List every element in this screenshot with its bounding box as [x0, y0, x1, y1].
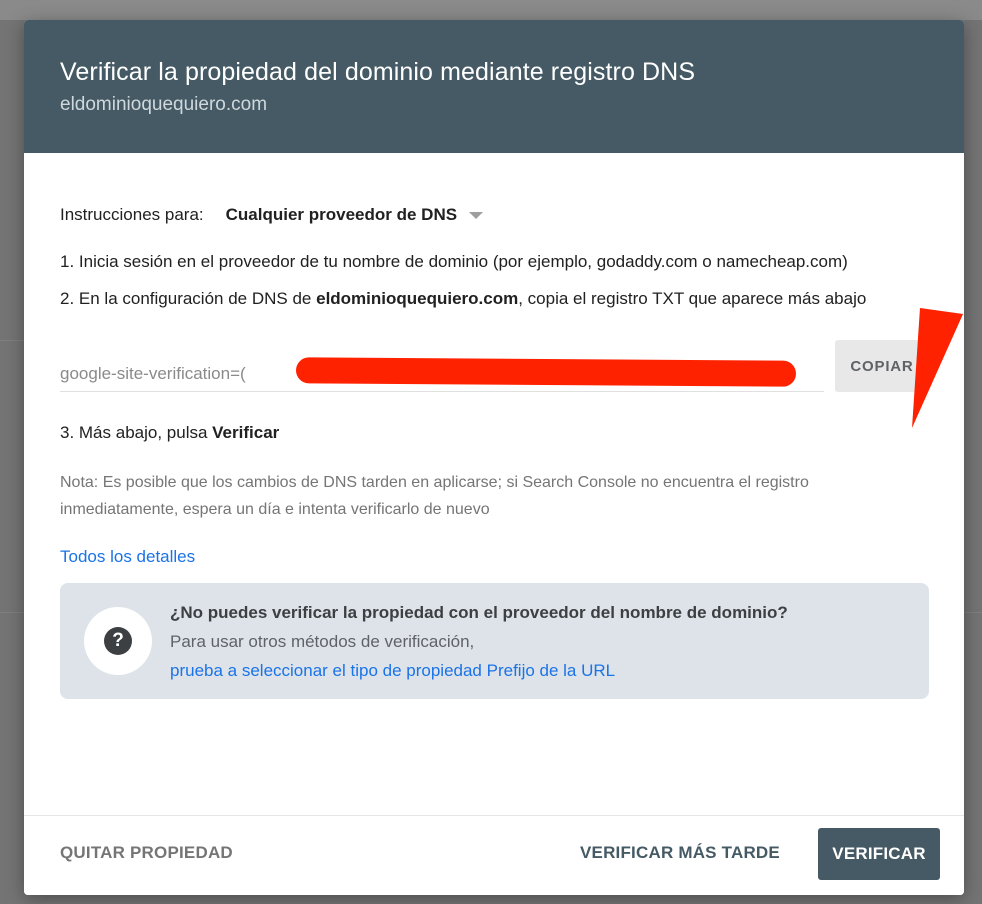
help-title: ¿No puedes verificar la propiedad con el…: [170, 602, 788, 622]
background-divider: [964, 612, 982, 613]
dns-verification-dialog: Verificar la propiedad del dominio media…: [24, 20, 964, 895]
url-prefix-link[interactable]: prueba a seleccionar el tipo de propieda…: [170, 661, 615, 680]
provider-dropdown[interactable]: Cualquier proveedor de DNS: [225, 205, 484, 225]
txt-record-field[interactable]: google-site-verification=(: [60, 340, 824, 392]
step-2-domain: eldominioquequiero.com: [316, 289, 519, 308]
dns-propagation-note: Nota: Es posible que los cambios de DNS …: [60, 474, 809, 518]
background-header: [0, 0, 982, 20]
txt-record-value: google-site-verification=(: [60, 364, 246, 383]
question-mark-icon: ?: [104, 627, 132, 655]
step-2-text: 2. En la configuración de DNS de eldomin…: [60, 286, 928, 311]
help-text: ¿No puedes verificar la propiedad con el…: [170, 598, 788, 685]
dialog-body: Instrucciones para: Cualquier proveedor …: [24, 153, 964, 699]
step-3-text: 3. Más abajo, pulsa Verificar: [60, 420, 928, 445]
dialog-domain: eldominioquequiero.com: [60, 94, 268, 115]
step-3-prefix: 3. Más abajo, pulsa: [60, 423, 213, 442]
txt-record-row: google-site-verification=( COPIAR: [60, 340, 929, 392]
instructions-row: Instrucciones para: Cualquier proveedor …: [60, 203, 928, 227]
background-divider: [0, 340, 24, 341]
dropdown-caret-icon: [469, 211, 484, 219]
dialog-title: Verificar la propiedad del dominio media…: [60, 58, 696, 86]
all-details-link[interactable]: Todos los detalles: [60, 547, 195, 567]
copy-button[interactable]: COPIAR: [835, 340, 929, 392]
remove-property-button[interactable]: QUITAR PROPIEDAD: [60, 843, 233, 863]
step-3-verify-word: Verificar: [212, 423, 280, 442]
dialog-footer: QUITAR PROPIEDAD VERIFICAR MÁS TARDE VER…: [24, 815, 964, 895]
instructions-label: Instrucciones para:: [60, 205, 204, 224]
help-box: ? ¿No puedes verificar la propiedad con …: [60, 583, 929, 699]
verify-button[interactable]: VERIFICAR: [818, 828, 940, 880]
redaction-mark: [295, 357, 797, 387]
verify-later-button[interactable]: VERIFICAR MÁS TARDE: [580, 843, 780, 863]
step-2-prefix: 2. En la configuración de DNS de: [60, 289, 317, 308]
background-divider: [0, 612, 24, 613]
step-2-suffix: , copia el registro TXT que aparece más …: [518, 289, 867, 308]
help-line: Para usar otros métodos de verificación,: [170, 631, 475, 651]
help-icon-container: ?: [84, 607, 152, 675]
provider-dropdown-value: Cualquier proveedor de DNS: [225, 205, 458, 224]
dialog-header: Verificar la propiedad del dominio media…: [24, 20, 964, 153]
step-1-text: 1. Inicia sesión en el proveedor de tu n…: [60, 252, 848, 271]
